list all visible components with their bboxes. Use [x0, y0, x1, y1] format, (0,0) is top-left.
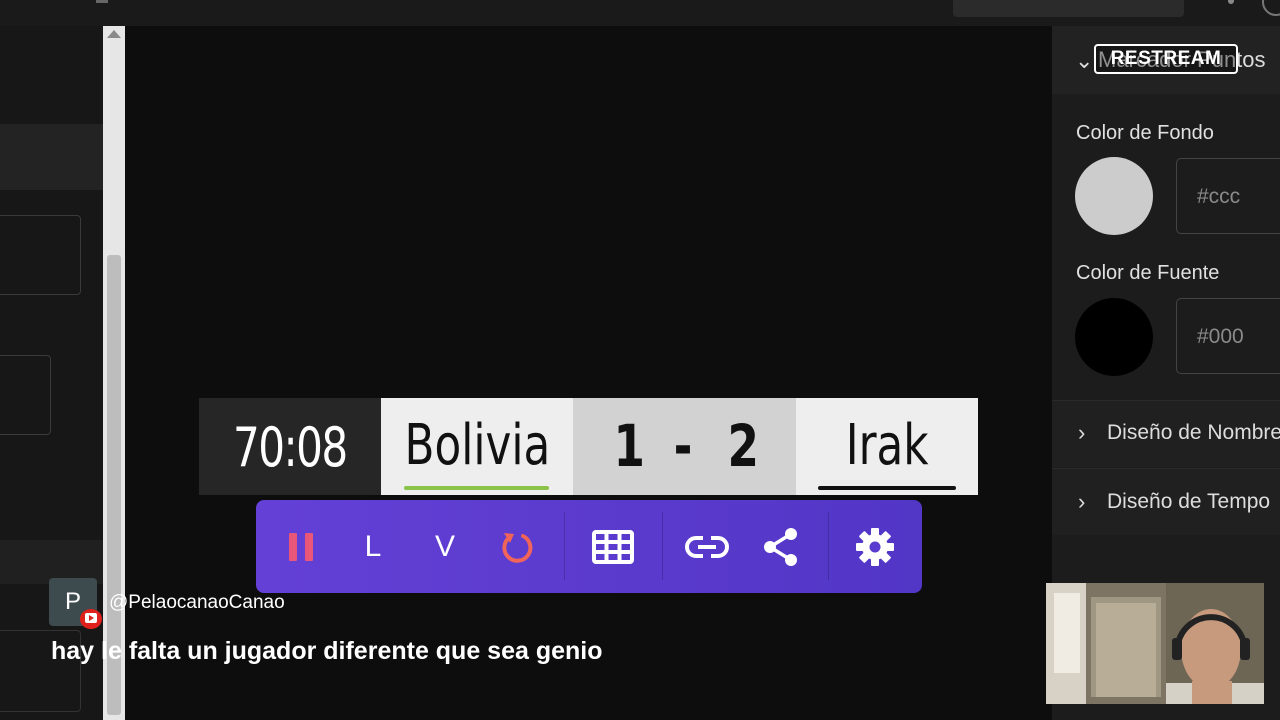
- chevron-right-icon[interactable]: ›: [1078, 489, 1085, 515]
- match-clock: 70:08: [199, 398, 381, 495]
- local-goal-button[interactable]: L: [342, 500, 404, 593]
- score-box: 1 - 2: [573, 398, 796, 495]
- reset-button[interactable]: [486, 500, 548, 593]
- left-panel-input-2[interactable]: [0, 355, 51, 435]
- pause-button[interactable]: [270, 500, 332, 593]
- divider: [662, 512, 663, 580]
- webcam-feed: [1046, 583, 1264, 704]
- scoreboard-control-bar: L V: [256, 500, 922, 593]
- chevron-down-icon[interactable]: ⌄: [1075, 48, 1093, 74]
- left-panel-selected-item[interactable]: [0, 124, 103, 190]
- background-color-label: Color de Fondo: [1076, 122, 1214, 144]
- link-icon: [685, 535, 729, 558]
- grid-button[interactable]: [582, 500, 644, 593]
- home-score: 1: [613, 412, 645, 480]
- away-team-name: Irak: [796, 398, 978, 495]
- top-search-box[interactable]: [953, 0, 1184, 17]
- grid-icon: [592, 529, 634, 564]
- refresh-icon: [502, 532, 533, 563]
- left-panel-input-1[interactable]: [0, 215, 81, 295]
- visitor-goal-button[interactable]: V: [414, 500, 476, 593]
- gear-icon: [856, 527, 894, 566]
- chat-username: @PelaocanaoCanao: [109, 592, 285, 613]
- chevron-right-icon[interactable]: ›: [1078, 420, 1085, 446]
- away-score: 2: [727, 412, 759, 480]
- font-color-label: Color de Fuente: [1076, 262, 1220, 284]
- chat-message: hay le falta un jugador diferente que se…: [51, 637, 603, 665]
- away-team-color-bar: [818, 486, 956, 490]
- link-button[interactable]: [676, 500, 738, 593]
- background-color-swatch[interactable]: [1075, 157, 1153, 235]
- share-icon: [764, 527, 797, 566]
- share-button[interactable]: [750, 500, 812, 593]
- font-color-field[interactable]: #000: [1176, 298, 1280, 374]
- scrollbar-up-arrow[interactable]: [107, 30, 121, 38]
- divider: [564, 512, 565, 580]
- top-bar-indicator: [96, 0, 108, 3]
- pause-icon: [289, 532, 313, 561]
- section-time-design-label: Diseño de Tempo: [1107, 490, 1271, 513]
- home-team-color-bar: [404, 486, 549, 490]
- webcam-image: [1046, 583, 1264, 704]
- home-team-name: Bolivia: [381, 398, 573, 495]
- font-color-swatch[interactable]: [1075, 298, 1153, 376]
- divider: [828, 512, 829, 580]
- section-names-design-label: Diseño de Nombres: [1107, 421, 1280, 444]
- background-color-field[interactable]: #ccc: [1176, 158, 1280, 234]
- score-separator: -: [673, 412, 693, 480]
- restream-logo: RESTREAM: [1094, 44, 1238, 74]
- settings-button[interactable]: [844, 500, 906, 593]
- play-icon: [89, 615, 94, 621]
